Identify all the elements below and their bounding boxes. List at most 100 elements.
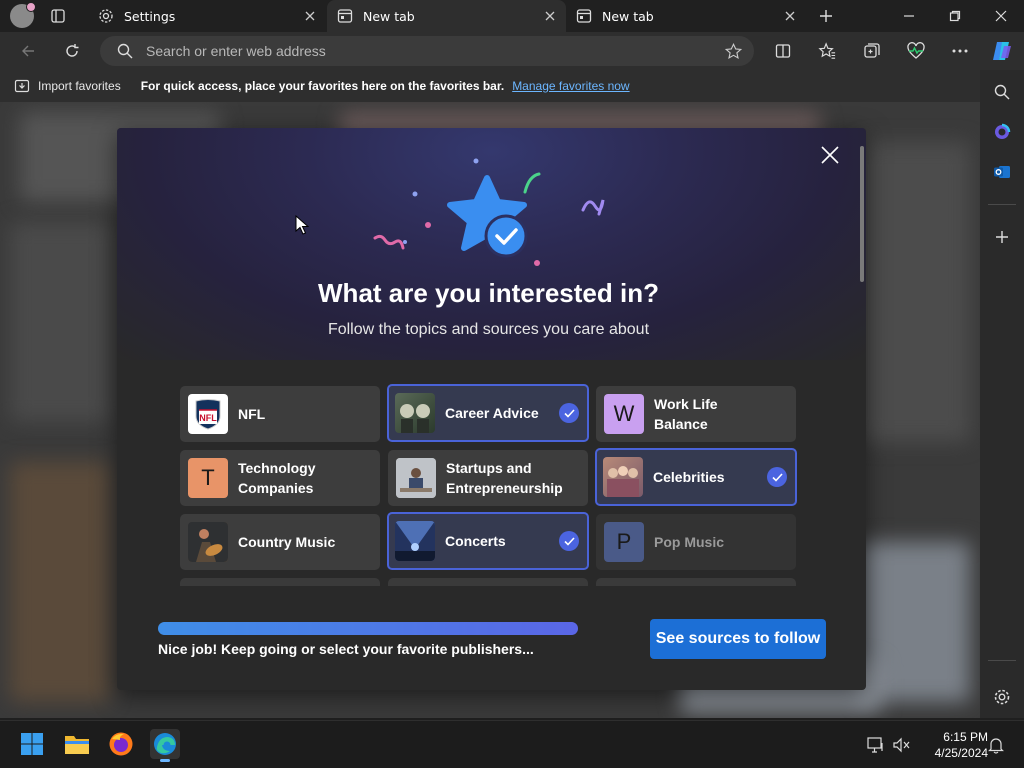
dialog-subtitle: Follow the topics and sources you care a… [327, 321, 650, 338]
split-screen-icon[interactable] [769, 38, 797, 64]
close-dialog-icon[interactable] [817, 142, 843, 168]
work-life-balance-letter-thumbnail: W [604, 394, 644, 434]
newtab-page-icon [576, 8, 592, 24]
interests-dialog: What are you interested in? Follow the t… [117, 128, 866, 690]
tab-new-tab-active[interactable]: New tab [327, 0, 566, 32]
favorites-bar-message: For quick access, place your favorites h… [140, 79, 505, 93]
close-tab-icon[interactable] [542, 8, 558, 24]
dialog-scrollbar-thumb[interactable] [860, 146, 864, 282]
topic-label: Career Advice [445, 405, 539, 421]
address-input[interactable] [146, 43, 706, 59]
taskbar: 6:15 PM 4/25/2024 [0, 720, 1024, 768]
navigation-bar [0, 32, 1024, 70]
topic-card-career-advice[interactable]: Career Advice [387, 384, 589, 442]
topic-card-celebrities[interactable]: Celebrities [595, 448, 797, 506]
collections-icon[interactable] [858, 38, 886, 64]
add-favorite-star-icon[interactable] [724, 42, 742, 60]
topic-card-technology-companies[interactable]: T Technology Companies [180, 450, 380, 506]
selected-check-icon [559, 403, 579, 423]
refresh-icon[interactable] [58, 38, 86, 64]
topic-card-partially-hidden[interactable] [596, 578, 796, 586]
gear-icon [98, 8, 114, 24]
dialog-scrollbar[interactable] [858, 136, 866, 686]
file-explorer-icon[interactable] [62, 729, 92, 759]
topic-label: NFL [238, 406, 266, 422]
add-sidebar-app-plus-icon[interactable] [990, 225, 1014, 249]
import-favorites-button[interactable]: Import favorites [14, 78, 121, 94]
topic-card-concerts[interactable]: Concerts [387, 512, 589, 570]
see-sources-to-follow-button[interactable]: See sources to follow [650, 619, 826, 659]
pop-music-letter-thumbnail: P [604, 522, 644, 562]
topic-label: Country Music [238, 534, 336, 550]
topic-label: Startups and Entrepreneurship [446, 460, 563, 496]
topic-card-pop-music[interactable]: P Pop Music [596, 514, 796, 570]
tab-new-tab[interactable]: New tab [566, 0, 806, 32]
topic-label: Technology Companies [238, 460, 316, 496]
notification-bell-icon[interactable] [986, 735, 1006, 755]
newtab-page-icon [337, 8, 353, 24]
import-icon [14, 79, 30, 93]
nfl-logo-icon: NFL [188, 394, 228, 434]
search-icon[interactable] [990, 80, 1014, 104]
topic-card-country-music[interactable]: Country Music [180, 514, 380, 570]
sidebar-divider [988, 660, 1016, 661]
search-icon [116, 43, 134, 59]
address-bar[interactable] [100, 36, 754, 66]
tab-title: New tab [363, 8, 415, 24]
outlook-icon[interactable] [990, 160, 1014, 184]
star-check-celebration-icon [373, 158, 605, 266]
topic-label: Work Life Balance [654, 396, 718, 432]
profile-avatar[interactable] [10, 2, 36, 28]
svg-text:NFL: NFL [199, 413, 217, 423]
tab-title: Settings [124, 8, 176, 24]
sidebar-settings-gear-icon[interactable] [990, 685, 1014, 709]
more-options-icon[interactable] [946, 38, 974, 64]
import-favorites-label: Import favorites [38, 79, 121, 93]
topic-card-work-life-balance[interactable]: W Work Life Balance [596, 386, 796, 442]
topic-card-nfl[interactable]: NFL NFL [180, 386, 380, 442]
topic-card-partially-hidden[interactable] [388, 578, 588, 586]
topic-card-partially-hidden[interactable] [180, 578, 380, 586]
restore-icon[interactable] [932, 0, 978, 32]
selected-check-icon [767, 467, 787, 487]
favorites-bar: Import favorites For quick access, place… [0, 70, 980, 102]
close-tab-icon[interactable] [302, 8, 318, 24]
progress-bar [158, 622, 578, 635]
browser-essentials-icon[interactable] [902, 38, 930, 64]
career-advice-thumbnail [395, 393, 435, 433]
system-clock[interactable]: 6:15 PM 4/25/2024 [918, 729, 988, 761]
edge-sidebar [980, 70, 1024, 718]
celebrities-thumbnail [603, 457, 643, 497]
close-window-icon[interactable] [978, 0, 1024, 32]
technology-companies-letter-thumbnail: T [188, 458, 228, 498]
selected-check-icon [559, 531, 579, 551]
clock-time: 6:15 PM [943, 730, 988, 744]
minimize-icon[interactable] [886, 0, 932, 32]
clock-date: 4/25/2024 [934, 746, 988, 760]
back-arrow-icon[interactable] [14, 38, 42, 64]
sidebar-divider [988, 204, 1016, 205]
mouse-cursor-icon [295, 215, 309, 235]
manage-favorites-link[interactable]: Manage favorites now [512, 79, 629, 93]
windows-start-icon[interactable] [17, 729, 47, 759]
topic-card-startups-and-entrepreneurship[interactable]: Startups and Entrepreneurship [388, 450, 588, 506]
dialog-title: What are you interested in? [318, 278, 659, 308]
tab-actions-icon[interactable] [48, 6, 68, 26]
country-music-thumbnail [188, 522, 228, 562]
speaker-muted-icon[interactable] [892, 735, 912, 755]
concerts-thumbnail [395, 521, 435, 561]
tab-title: New tab [602, 8, 654, 24]
copilot-icon[interactable] [988, 38, 1016, 64]
tab-settings[interactable]: Settings [88, 0, 326, 32]
close-tab-icon[interactable] [782, 8, 798, 24]
progress-bar-fill [158, 622, 578, 635]
edge-browser-icon[interactable] [150, 729, 180, 762]
startups-thumbnail [396, 458, 436, 498]
topic-label: Pop Music [654, 534, 725, 550]
new-tab-plus-icon[interactable] [814, 6, 838, 26]
progress-message: Nice job! Keep going or select your favo… [158, 641, 534, 657]
network-monitor-icon[interactable] [866, 735, 886, 755]
favorites-icon[interactable] [813, 38, 841, 64]
firefox-icon[interactable] [106, 729, 136, 759]
copilot-sidebar-icon[interactable] [990, 120, 1014, 144]
